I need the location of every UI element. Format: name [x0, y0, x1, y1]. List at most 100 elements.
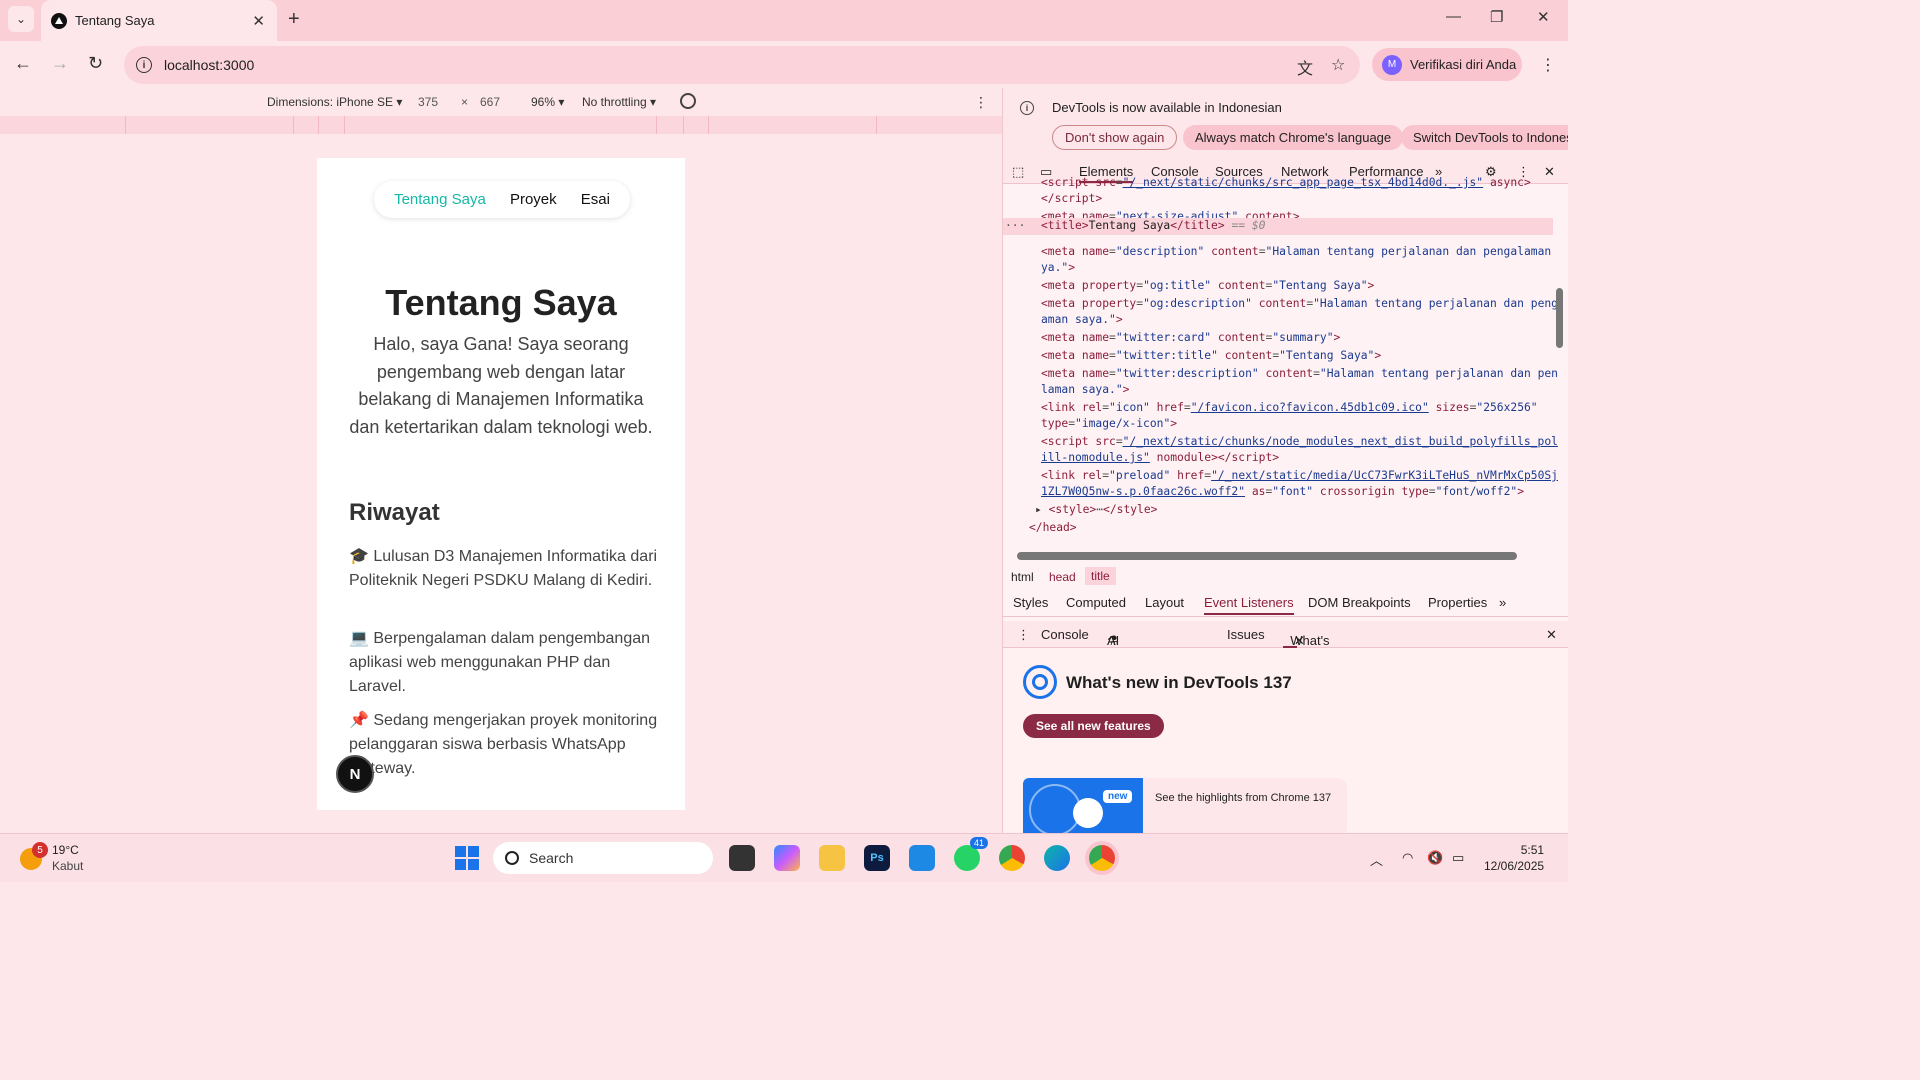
drawer-menu-icon[interactable]: ⋮	[1017, 627, 1030, 643]
nav-link-esai[interactable]: Esai	[581, 191, 610, 208]
address-bar[interactable]: i localhost:3000	[124, 46, 1360, 84]
nextjs-dev-badge[interactable]: N	[336, 755, 374, 793]
tab-favicon-icon	[51, 12, 67, 29]
dom-tree-horizontal-scrollbar[interactable]	[1017, 552, 1517, 560]
browser-tab[interactable]: Tentang Saya ✕	[41, 0, 277, 41]
match-language-button[interactable]: Always match Chrome's language	[1183, 125, 1404, 150]
whats-new-title: What's new in DevTools 137	[1066, 673, 1292, 692]
lab-flask-icon: ⚗	[1107, 633, 1119, 648]
section-heading: Riwayat	[349, 499, 440, 526]
nav-link-proyek[interactable]: Proyek	[510, 191, 557, 208]
taskbar-search[interactable]: Search	[493, 842, 713, 874]
highlights-card[interactable]: new See the highlights from Chrome 137	[1023, 778, 1347, 833]
taskbar-search-label: Search	[529, 850, 574, 866]
maximize-icon[interactable]: ❐	[1490, 8, 1503, 26]
reload-icon[interactable]: ↻	[88, 53, 103, 74]
intro-paragraph: Halo, saya Gana! Saya seorang pengembang…	[349, 334, 653, 437]
rotate-icon[interactable]	[680, 93, 696, 109]
subtab-properties[interactable]: Properties	[1428, 595, 1487, 610]
forward-arrow-icon[interactable]: →	[51, 53, 69, 74]
devtools-panel: i DevTools is now available in Indonesia…	[1002, 88, 1568, 833]
list-item: 🎓 Lulusan D3 Manajemen Informatika dari …	[349, 548, 658, 589]
bookmark-star-icon[interactable]: ☆	[1331, 55, 1345, 75]
drawer-tab-issues[interactable]: Issues	[1227, 627, 1265, 642]
dom-tree-vertical-scrollbar[interactable]	[1556, 288, 1563, 348]
dom-breadcrumb: html head title	[1003, 566, 1568, 588]
whatsapp-icon[interactable]: 41	[954, 837, 989, 871]
new-tab-plus-icon[interactable]: +	[288, 8, 300, 31]
subtab-event-listeners[interactable]: Event Listeners	[1204, 595, 1294, 615]
tab-close-icon[interactable]: ✕	[252, 12, 265, 30]
drawer-tab-console[interactable]: Console	[1041, 627, 1089, 642]
file-explorer-icon[interactable]	[819, 845, 845, 871]
clock-date: 12/06/2025	[1484, 859, 1545, 873]
throttling-label: No throttling	[582, 95, 647, 109]
devtools-drawer-tabs: ⋮ Console AI assistance ⚗ Issues What's …	[1003, 621, 1568, 663]
search-icon	[505, 851, 519, 865]
chrome-icon[interactable]	[999, 845, 1025, 871]
copilot-icon[interactable]	[774, 845, 800, 871]
see-all-new-features-button[interactable]: See all new features	[1023, 714, 1164, 738]
breadcrumb-html[interactable]: html	[1011, 570, 1034, 584]
selected-marker: == $0	[1231, 219, 1266, 232]
photoshop-icon[interactable]: Ps	[864, 845, 890, 871]
infobar-message: DevTools is now available in Indonesian	[1052, 100, 1282, 115]
vscode-icon[interactable]	[909, 845, 935, 871]
site-info-icon[interactable]: i	[136, 57, 152, 73]
language-infobar: i DevTools is now available in Indonesia…	[1003, 88, 1568, 156]
drawer-tab-whats-new[interactable]: What's new ✕	[1283, 627, 1330, 663]
browser-toolbar: ← → ↻ i localhost:3000 文 ☆ M Verifikasi …	[0, 41, 1568, 88]
edge-icon[interactable]	[1044, 845, 1070, 871]
highlights-text: See the highlights from Chrome 137	[1155, 792, 1332, 804]
page-title: Tentang Saya	[385, 282, 617, 323]
media-query-ruler[interactable]	[0, 116, 1002, 134]
start-windows-icon[interactable]	[455, 846, 479, 870]
zoom-select[interactable]: 96% ▾	[531, 95, 564, 109]
breadcrumb-head[interactable]: head	[1049, 570, 1076, 584]
chrome-profile-icon[interactable]	[1089, 845, 1115, 871]
dont-show-again-button[interactable]: Don't show again	[1052, 125, 1178, 150]
play-icon	[1073, 798, 1103, 828]
profile-button[interactable]: M Verifikasi diri Anda	[1372, 48, 1522, 81]
emulated-page: Tentang Saya Proyek Esai Tentang Saya Ha…	[317, 158, 685, 810]
battery-icon[interactable]: ▭	[1452, 850, 1464, 866]
info-icon: i	[1020, 101, 1034, 115]
elements-dom-tree[interactable]: <script src="/_next/static/chunks/src_ap…	[1003, 176, 1568, 554]
device-width-input[interactable]: 375	[418, 95, 438, 109]
minimize-icon[interactable]: —	[1446, 8, 1461, 25]
close-window-icon[interactable]: ✕	[1537, 8, 1550, 26]
switch-language-button[interactable]: Switch DevTools to Indonesi	[1401, 125, 1568, 150]
inspect-element-icon[interactable]: ⬚	[1012, 164, 1024, 180]
close-drawer-icon[interactable]: ✕	[1546, 627, 1557, 643]
browser-menu-icon[interactable]: ⋮	[1540, 55, 1556, 75]
volume-muted-icon[interactable]: 🔇	[1427, 850, 1443, 866]
video-thumbnail[interactable]: new	[1023, 778, 1143, 833]
avatar: M	[1382, 54, 1402, 75]
tab-search-chevron-icon[interactable]: ⌄	[8, 6, 34, 32]
device-dimensions-select[interactable]: Dimensions: iPhone SE ▾	[267, 95, 402, 109]
device-more-options-icon[interactable]: ⋮	[974, 94, 988, 111]
system-clock[interactable]: 5:51 12/06/2025	[1484, 842, 1544, 874]
close-devtools-icon[interactable]: ✕	[1544, 164, 1555, 180]
wifi-icon[interactable]: ◠	[1402, 850, 1413, 866]
whats-new-panel: What's new in DevTools 137 See all new f…	[1003, 648, 1568, 833]
task-view-icon[interactable]	[729, 845, 755, 871]
translate-icon[interactable]: 文	[1297, 55, 1313, 79]
throttling-select[interactable]: No throttling ▾	[582, 95, 656, 109]
nav-link-tentang-saya[interactable]: Tentang Saya	[394, 191, 486, 208]
list-item: 💻 Berpengalaman dalam pengembangan aplik…	[349, 630, 651, 695]
device-emulation-area: Dimensions: iPhone SE ▾ 375 × 667 96% ▾ …	[0, 88, 1002, 833]
subtab-styles[interactable]: Styles	[1013, 595, 1048, 610]
device-dimensions-label: Dimensions: iPhone SE	[267, 95, 394, 109]
back-arrow-icon[interactable]: ←	[14, 53, 32, 74]
site-navigation: Tentang Saya Proyek Esai	[374, 181, 630, 218]
subtab-computed[interactable]: Computed	[1066, 595, 1126, 610]
close-whats-new-icon[interactable]: ✕	[1294, 633, 1305, 649]
breadcrumb-title[interactable]: title	[1085, 567, 1116, 585]
weather-condition: Kabut	[52, 859, 84, 873]
subtab-dom-breakpoints[interactable]: DOM Breakpoints	[1308, 595, 1411, 610]
subtab-layout[interactable]: Layout	[1145, 595, 1184, 610]
more-subtabs-chevron-icon[interactable]: »	[1499, 595, 1506, 610]
show-hidden-icons-chevron-icon[interactable]: ︿	[1370, 850, 1383, 869]
device-height-input[interactable]: 667	[480, 95, 500, 109]
